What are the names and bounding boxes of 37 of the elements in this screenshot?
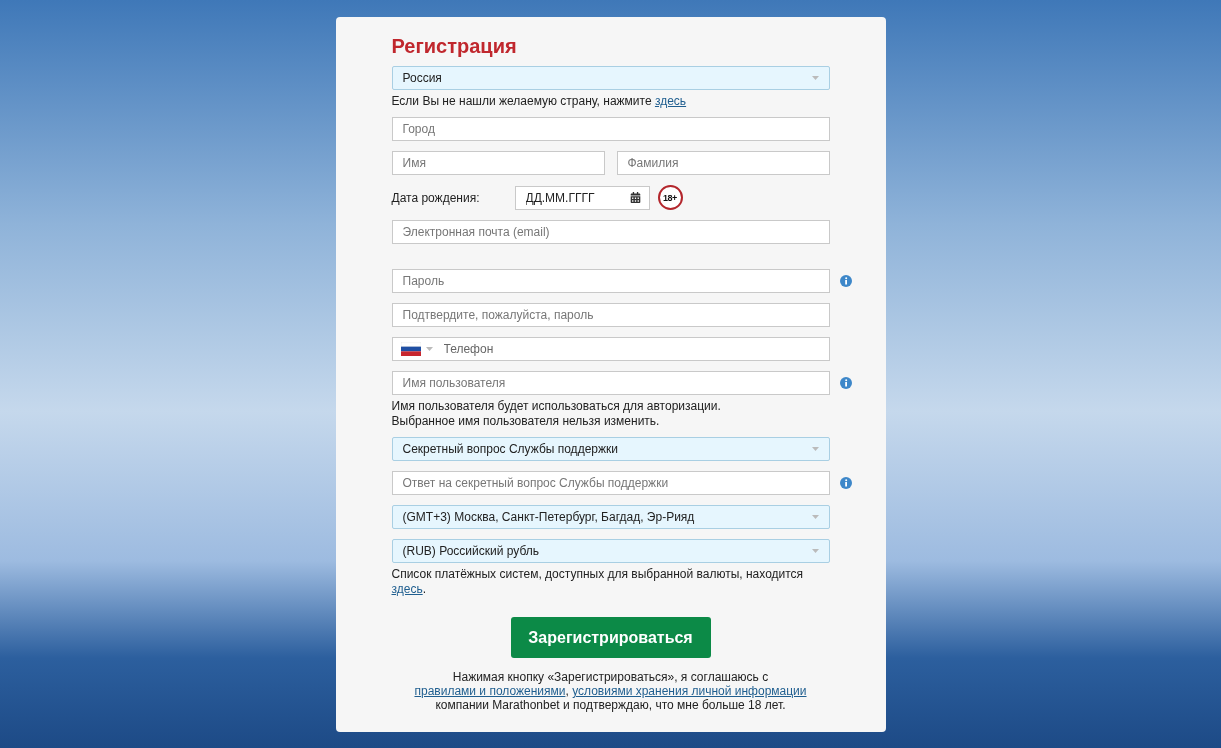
flag-icon[interactable] [400, 342, 421, 356]
hint-text: Имя пользователя будет использоваться для авторизации. [391, 399, 722, 414]
hint-text: Выбранное имя пользователя нельзя изменить. [391, 414, 661, 429]
phone-field[interactable]: Телефон [391, 337, 830, 361]
form-title: Регистрация [391, 35, 518, 58]
info-icon[interactable] [839, 275, 852, 287]
input-field[interactable]: Пароль [391, 269, 830, 293]
hint-text: Список платёжных систем, доступных для выбранной валюты, находится здесь. [391, 567, 805, 597]
hint-text: Если Вы не нашли желаемую страну, нажмите здесь [391, 94, 688, 109]
input-field[interactable]: Город [391, 117, 830, 141]
info-icon[interactable] [839, 477, 852, 489]
input-field[interactable]: Имя [391, 151, 605, 175]
caret-icon [425, 347, 433, 351]
caret-icon [811, 447, 819, 451]
calendar-icon[interactable] [629, 191, 641, 203]
caret-icon [811, 549, 819, 553]
caret-icon [811, 76, 819, 80]
input-field[interactable]: Ответ на секретный вопрос Службы поддержки [391, 471, 830, 495]
info-icon[interactable] [839, 377, 852, 389]
dropdown-select[interactable]: Россия [391, 66, 830, 90]
age-badge: 18+ [657, 185, 683, 210]
dropdown-select[interactable]: (RUB) Российский рубль [391, 539, 830, 563]
phone-input[interactable]: Телефон [437, 339, 829, 359]
link[interactable]: здесь [391, 582, 423, 596]
link[interactable]: здесь [654, 94, 687, 108]
input-field[interactable]: Имя пользователя [391, 371, 830, 395]
dropdown-select[interactable]: (GMT+3) Москва, Санкт-Петербург, Багдад, Эр-Рияд [391, 505, 830, 529]
link[interactable]: условиями хранения личной информации [572, 684, 807, 698]
input-field[interactable]: Электронная почта (email) [391, 220, 830, 244]
input-field[interactable]: Фамилия [616, 151, 830, 175]
input-field[interactable]: Подтвердите, пожалуйста, пароль [391, 303, 830, 327]
caret-icon [811, 515, 819, 519]
dropdown-select[interactable]: Секретный вопрос Службы поддержки [391, 437, 830, 461]
field-label: Дата рождения: [391, 190, 481, 205]
agreement-text: Нажимая кнопку «Зарегистрироваться», я соглашаюсь с правилами и положениями, условиями хранения личной информации компании Marathonbet и подтверждаю, что мне больше 18 лет. [413, 670, 808, 712]
register-button[interactable]: Зарегистрироваться [510, 617, 711, 658]
date-field[interactable]: ДД.ММ.ГГГГ [514, 185, 650, 210]
